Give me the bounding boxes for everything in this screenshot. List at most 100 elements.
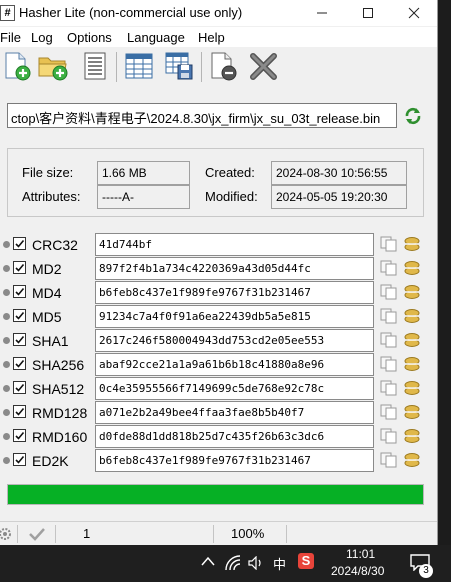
checkmark-icon [15,455,25,464]
hash-value-field[interactable]: a071e2b2a49bee4ffaa3fae8b5b40f7 [95,401,374,424]
hash-value-field[interactable]: 2617c246f580004943dd753cd2e05ee553 [95,329,374,352]
hash-name: MD2 [32,261,62,277]
compare-icon[interactable] [403,356,421,372]
progress-fill [8,485,423,504]
copy-icon[interactable] [380,404,398,420]
table-icon [125,53,153,79]
hash-value-field[interactable]: b6feb8c437e1f989fe9767f31b231467 [95,281,374,304]
hash-checkbox[interactable] [13,405,26,418]
toolbar-separator [116,52,117,82]
hash-checkbox[interactable] [13,357,26,370]
menu-log[interactable]: Log [31,30,53,45]
hash-row-crc32: CRC32 41d744bf [0,233,437,257]
hash-value-field[interactable]: 0c4e35955566f7149699c5de768e92c78c [95,377,374,400]
hash-checkbox[interactable] [13,309,26,322]
add-file-button[interactable] [1,50,33,82]
clear-button[interactable] [248,50,280,82]
close-button[interactable] [391,0,437,26]
hash-value-field[interactable]: 91234c7a4f0f91a6ea22439db5a5e815 [95,305,374,328]
hash-checkbox[interactable] [13,381,26,394]
status-dot-icon [3,313,10,320]
copy-icon[interactable] [380,284,398,300]
wifi-icon[interactable] [225,555,243,571]
hash-value-field[interactable]: 897f2f4b1a734c4220369a43d05d44fc [95,257,374,280]
compare-icon[interactable] [403,284,421,300]
menu-options[interactable]: Options [67,30,112,45]
status-zoom: 100% [231,526,265,541]
save-button[interactable] [163,50,195,82]
compare-icon[interactable] [403,380,421,396]
text-report-button[interactable] [79,50,111,82]
hash-checkbox[interactable] [13,237,26,250]
status-bar: 1 100% [0,521,437,545]
compare-icon[interactable] [403,308,421,324]
speaker-icon[interactable] [248,556,264,570]
attributes-label: Attributes: [22,189,81,204]
checkmark-icon [15,359,25,368]
hash-value-field[interactable]: d0fde88d1dd818b25d7c435f26b63c3dc6 [95,425,374,448]
copy-icon[interactable] [380,260,398,276]
hash-value-field[interactable]: abaf92cce21a1a9a61b6b18c41880a8e96 [95,353,374,376]
copy-icon[interactable] [380,308,398,324]
copy-icon[interactable] [380,380,398,396]
copy-icon[interactable] [380,236,398,252]
table-view-button[interactable] [123,50,155,82]
file-info-group: File size: 1.66 MB Attributes: -----A- C… [7,148,424,217]
hash-checkbox[interactable] [13,333,26,346]
clock-date[interactable]: 2024/8/30 [331,564,384,578]
minimize-button[interactable] [299,0,345,26]
compare-icon[interactable] [403,452,421,468]
hash-value-field[interactable]: 41d744bf [95,233,374,256]
menu-help[interactable]: Help [198,30,225,45]
created-value: 2024-08-30 10:56:55 [271,161,407,185]
progress-bar [7,484,424,505]
hash-row-ed2k: ED2K b6feb8c437e1f989fe9767f31b231467 [0,449,437,473]
sogou-ime-icon[interactable]: S [298,553,314,569]
title-bar[interactable]: # Hasher Lite (non-commercial use only) [0,0,437,26]
copy-icon[interactable] [380,428,398,444]
chevron-up-icon[interactable] [201,556,215,566]
hash-checkbox[interactable] [13,285,26,298]
remove-button[interactable] [207,50,239,82]
hash-row-md4: MD4 b6feb8c437e1f989fe9767f31b231467 [0,281,437,305]
checkmark-icon [15,335,25,344]
checkmark-icon [15,263,25,272]
gear-icon[interactable] [0,526,14,542]
compare-icon[interactable] [403,428,421,444]
compare-icon[interactable] [403,404,421,420]
checkmark-icon [15,311,25,320]
hash-checkbox[interactable] [13,429,26,442]
refresh-button[interactable] [403,106,423,126]
menu-bar: File Log Options Language Help [0,27,437,47]
close-icon [408,7,420,19]
compare-icon[interactable] [403,236,421,252]
status-count: 1 [83,526,91,541]
file-size-label: File size: [22,165,74,180]
compare-icon[interactable] [403,260,421,276]
hash-name: MD4 [32,285,62,301]
checkmark-icon [29,528,45,541]
clock-time[interactable]: 11:01 [346,547,375,561]
add-folder-button[interactable] [37,50,69,82]
hash-name: SHA256 [32,357,85,373]
remove-document-icon [211,52,237,81]
hash-checkbox[interactable] [13,453,26,466]
menu-file[interactable]: File [0,30,21,45]
copy-icon[interactable] [380,356,398,372]
menu-language[interactable]: Language [127,30,185,45]
hash-value-field[interactable]: b6feb8c437e1f989fe9767f31b231467 [95,449,374,472]
maximize-button[interactable] [345,0,391,26]
attributes-value: -----A- [97,185,190,209]
ime-indicator[interactable]: 中 [273,554,286,573]
file-path-input[interactable]: ctop\客户资料\青程电子\2024.8.30\jx_firm\jx_su_0… [7,103,397,128]
status-dot-icon [3,385,10,392]
compare-icon[interactable] [403,332,421,348]
checkmark-icon [15,383,25,392]
status-dot-icon [3,409,10,416]
copy-icon[interactable] [380,452,398,468]
hash-checkbox[interactable] [13,261,26,274]
status-dot-icon [3,433,10,440]
copy-icon[interactable] [380,332,398,348]
hash-name: MD5 [32,309,62,325]
minimize-icon [317,12,327,14]
